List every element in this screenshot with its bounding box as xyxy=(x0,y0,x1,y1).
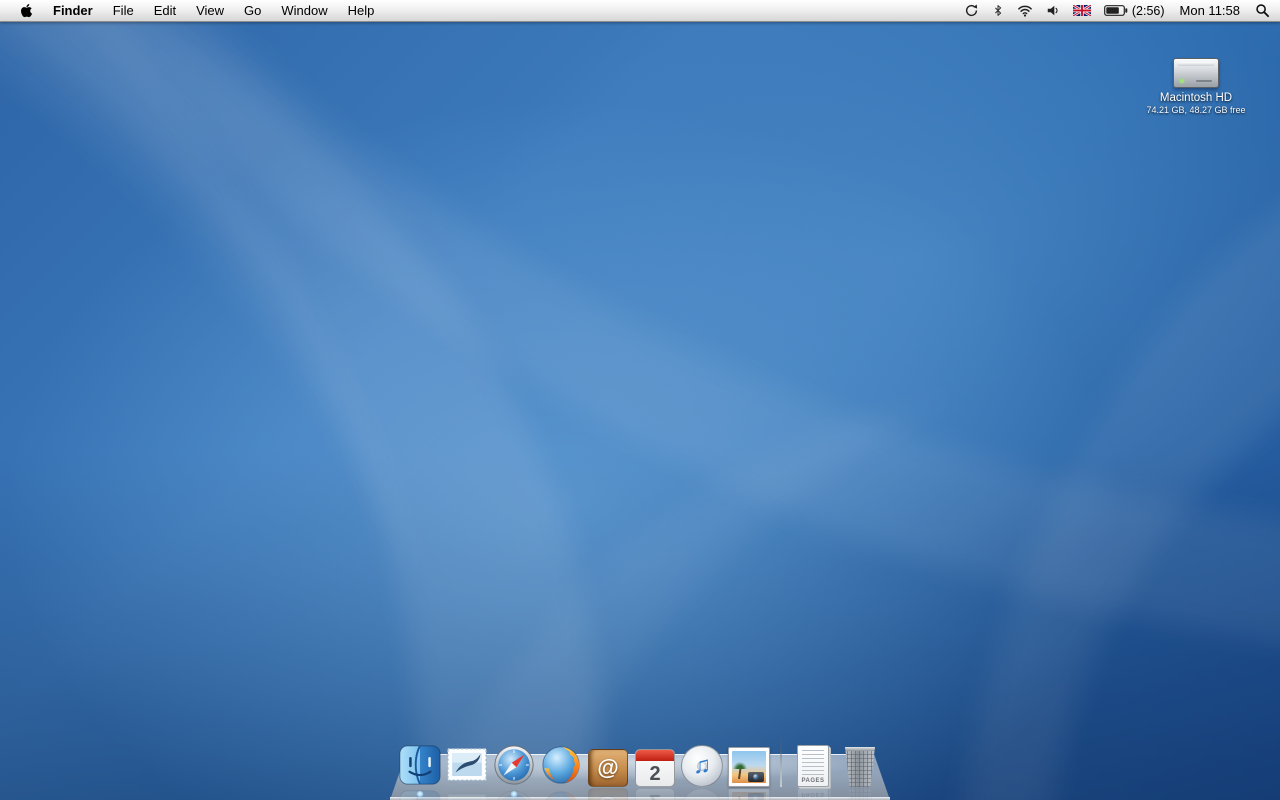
camera-icon xyxy=(748,772,764,782)
battery-time-label: (2:56) xyxy=(1131,3,1165,18)
input-source-flag-uk-icon[interactable] xyxy=(1072,0,1091,21)
address-book-icon: @ xyxy=(588,749,628,787)
dock-item-mail[interactable] xyxy=(445,743,489,787)
desktop-background: Macintosh HD 74.21 GB, 48.27 GB free xyxy=(0,22,1280,800)
firefox-icon xyxy=(542,746,580,784)
at-glyph: @ xyxy=(597,755,619,780)
menu-bar-left: Finder File Edit View Go Window Help xyxy=(10,0,384,21)
pages-document-icon: PAGES xyxy=(797,745,829,787)
dock-item-pages-document[interactable]: PAGES xyxy=(791,743,835,787)
finder-icon xyxy=(399,745,441,785)
macos-desktop: { "menu_bar": { "apple_icon": "apple-log… xyxy=(0,0,1280,800)
apple-menu[interactable] xyxy=(10,0,43,21)
wifi-icon[interactable] xyxy=(1017,0,1033,21)
hard-drive-icon xyxy=(1173,58,1219,88)
mail-icon xyxy=(447,748,487,781)
apple-logo-icon xyxy=(21,3,33,18)
safari-icon xyxy=(494,745,534,785)
menu-bar-status-area: (2:56) Mon 11:58 xyxy=(964,0,1270,21)
music-note-glyph: ♫ xyxy=(693,752,711,779)
spotlight-icon[interactable] xyxy=(1255,0,1270,21)
wallpaper-swirl-graphic xyxy=(0,22,1280,800)
dock-item-address-book[interactable]: @ xyxy=(586,743,630,787)
hd-icon-info: 74.21 GB, 48.27 GB free xyxy=(1146,105,1246,115)
desktop-icon-macintosh-hd[interactable]: Macintosh HD 74.21 GB, 48.27 GB free xyxy=(1126,58,1266,115)
dock-separator xyxy=(780,735,782,787)
dock-item-safari[interactable] xyxy=(492,743,536,787)
dock-item-ical[interactable]: 2 xyxy=(633,743,677,787)
dock-item-iphoto[interactable] xyxy=(727,743,771,787)
sync-icon[interactable] xyxy=(964,0,979,21)
itunes-icon: ♫ xyxy=(681,745,723,787)
trash-icon xyxy=(845,747,875,787)
dock: @ 2 ♫ PAGES xyxy=(390,730,890,800)
menu-app-name[interactable]: Finder xyxy=(43,0,103,21)
menu-bar-clock[interactable]: Mon 11:58 xyxy=(1178,3,1242,18)
ical-header xyxy=(636,750,674,761)
dock-item-finder[interactable] xyxy=(398,743,442,787)
battery-icon xyxy=(1103,5,1128,16)
menu-view[interactable]: View xyxy=(186,0,234,21)
battery-status[interactable]: (2:56) xyxy=(1103,3,1165,18)
ical-icon: 2 xyxy=(635,749,675,787)
dock-item-firefox[interactable] xyxy=(539,743,583,787)
dock-items: @ 2 ♫ PAGES xyxy=(390,735,890,787)
menu-window[interactable]: Window xyxy=(271,0,337,21)
menu-help[interactable]: Help xyxy=(338,0,385,21)
bluetooth-icon[interactable] xyxy=(992,0,1004,21)
hd-icon-label: Macintosh HD xyxy=(1159,92,1233,104)
menu-edit[interactable]: Edit xyxy=(144,0,186,21)
pages-document-label: PAGES xyxy=(801,778,825,784)
dock-item-trash[interactable] xyxy=(838,743,882,787)
menu-go[interactable]: Go xyxy=(234,0,271,21)
volume-icon[interactable] xyxy=(1046,0,1060,21)
ical-day: 2 xyxy=(649,763,661,785)
iphoto-icon xyxy=(728,747,770,787)
menu-bar: Finder File Edit View Go Window Help (2:… xyxy=(0,0,1280,22)
menu-file[interactable]: File xyxy=(103,0,144,21)
dock-item-itunes[interactable]: ♫ xyxy=(680,743,724,787)
